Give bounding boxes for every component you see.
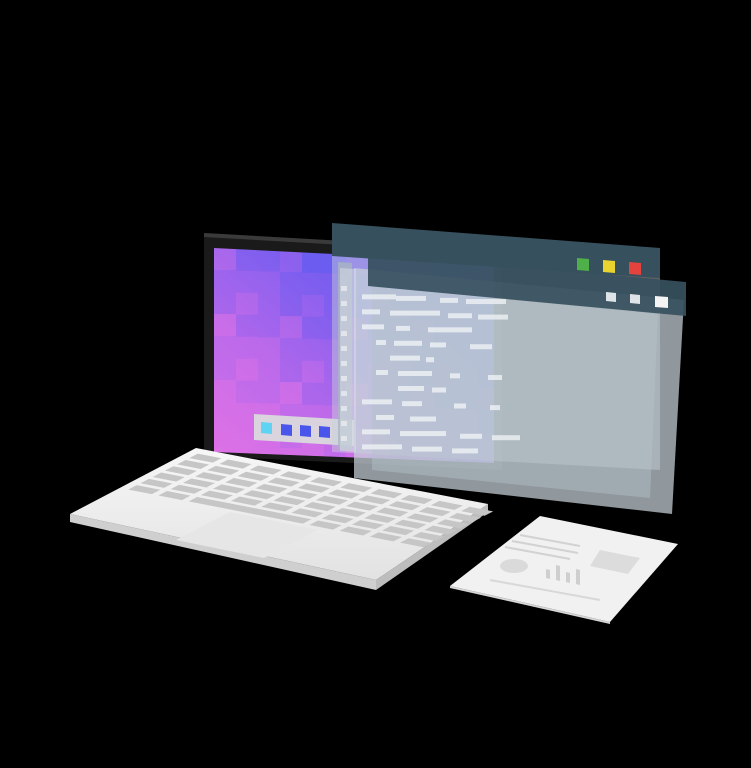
- code-token: [362, 309, 380, 315]
- wallpaper-tile: [236, 380, 258, 403]
- code-token: [490, 405, 500, 411]
- wallpaper-tile: [258, 359, 280, 382]
- line-number-marker: [341, 406, 347, 411]
- wallpaper-tile: [258, 271, 280, 294]
- wallpaper-tile: [302, 294, 324, 317]
- front-minimize-icon[interactable]: [606, 292, 616, 302]
- dock-icon-app-1[interactable]: [281, 424, 292, 436]
- paper-pie-chart-icon: [500, 559, 528, 573]
- code-token: [460, 433, 482, 439]
- code-token: [376, 414, 394, 420]
- code-token: [428, 327, 472, 333]
- wallpaper-tile: [302, 250, 324, 273]
- front-window-inner: [372, 286, 658, 498]
- wallpaper-tile: [236, 248, 258, 271]
- line-number-marker: [341, 331, 347, 336]
- code-token: [452, 448, 478, 454]
- code-token: [398, 385, 424, 391]
- back-minimize-icon[interactable]: [577, 258, 589, 271]
- code-token: [398, 370, 432, 376]
- wallpaper-tile: [214, 270, 236, 292]
- wallpaper-tile: [236, 292, 258, 315]
- dock-icon-app-3[interactable]: [319, 426, 330, 438]
- wallpaper-tile: [280, 338, 302, 361]
- code-token: [470, 344, 492, 350]
- wallpaper-tile: [280, 382, 302, 405]
- code-token: [426, 357, 434, 363]
- back-close-icon[interactable]: [629, 262, 641, 275]
- wallpaper-tile: [280, 360, 302, 383]
- wallpaper-tile: [302, 382, 324, 405]
- wallpaper-tile: [302, 316, 324, 339]
- code-token: [390, 355, 420, 361]
- wallpaper-tile: [258, 337, 280, 360]
- wallpaper-tile: [214, 402, 236, 424]
- code-token: [362, 294, 396, 300]
- wallpaper-tile: [302, 360, 324, 383]
- line-number-marker: [341, 391, 347, 396]
- code-token: [410, 416, 436, 422]
- wallpaper-tile: [302, 338, 324, 361]
- code-token: [376, 339, 386, 345]
- front-close-icon[interactable]: [655, 296, 668, 308]
- front-window: [340, 252, 686, 514]
- code-token: [492, 435, 520, 441]
- code-token: [396, 295, 426, 301]
- line-number-marker: [341, 421, 347, 426]
- wallpaper-tile: [236, 358, 258, 381]
- wallpaper-tile: [280, 272, 302, 295]
- code-token: [362, 444, 402, 450]
- code-token: [466, 299, 506, 305]
- wallpaper-tile: [236, 336, 258, 359]
- code-token: [402, 401, 422, 407]
- line-number-marker: [341, 436, 347, 441]
- code-token: [488, 375, 502, 381]
- wallpaper-tile: [280, 316, 302, 339]
- wallpaper-tile: [214, 380, 236, 402]
- line-number-marker: [341, 316, 347, 321]
- code-token: [432, 387, 446, 393]
- dock-icon-terminal[interactable]: [261, 422, 272, 434]
- code-token: [362, 429, 390, 435]
- code-token: [376, 369, 388, 375]
- wallpaper-tile: [258, 293, 280, 316]
- code-token: [390, 310, 440, 316]
- line-number-marker: [341, 376, 347, 381]
- wallpaper-tile: [258, 315, 280, 338]
- dock-icon-app-2[interactable]: [300, 425, 311, 437]
- line-number-marker: [341, 301, 347, 306]
- code-token: [394, 340, 422, 346]
- wallpaper-tile: [280, 294, 302, 317]
- code-token: [454, 403, 466, 409]
- code-token: [450, 373, 460, 379]
- wallpaper-tile: [214, 314, 236, 336]
- code-token: [362, 324, 384, 330]
- wallpaper-tile: [280, 250, 302, 273]
- wallpaper-tile: [258, 249, 280, 272]
- code-token: [430, 342, 446, 348]
- wallpaper-tile: [302, 272, 324, 295]
- wallpaper-tile: [214, 336, 236, 358]
- front-maximize-icon[interactable]: [630, 294, 640, 304]
- wallpaper-tile: [258, 381, 280, 404]
- line-number-marker: [341, 286, 347, 291]
- line-number-marker: [341, 361, 347, 366]
- wallpaper-tile: [214, 358, 236, 380]
- wallpaper-tile: [214, 292, 236, 314]
- line-number-marker: [341, 346, 347, 351]
- isometric-scene: [0, 0, 751, 768]
- back-maximize-icon[interactable]: [603, 260, 615, 273]
- code-token: [362, 399, 392, 405]
- code-token: [412, 446, 442, 452]
- code-token: [448, 313, 472, 319]
- code-token: [478, 314, 508, 320]
- wallpaper-tile: [214, 248, 236, 270]
- code-token: [400, 431, 446, 437]
- wallpaper-tile: [236, 270, 258, 293]
- wallpaper-tile: [214, 424, 236, 446]
- code-token: [440, 297, 458, 303]
- wallpaper-tile: [236, 314, 258, 337]
- code-token: [396, 325, 410, 331]
